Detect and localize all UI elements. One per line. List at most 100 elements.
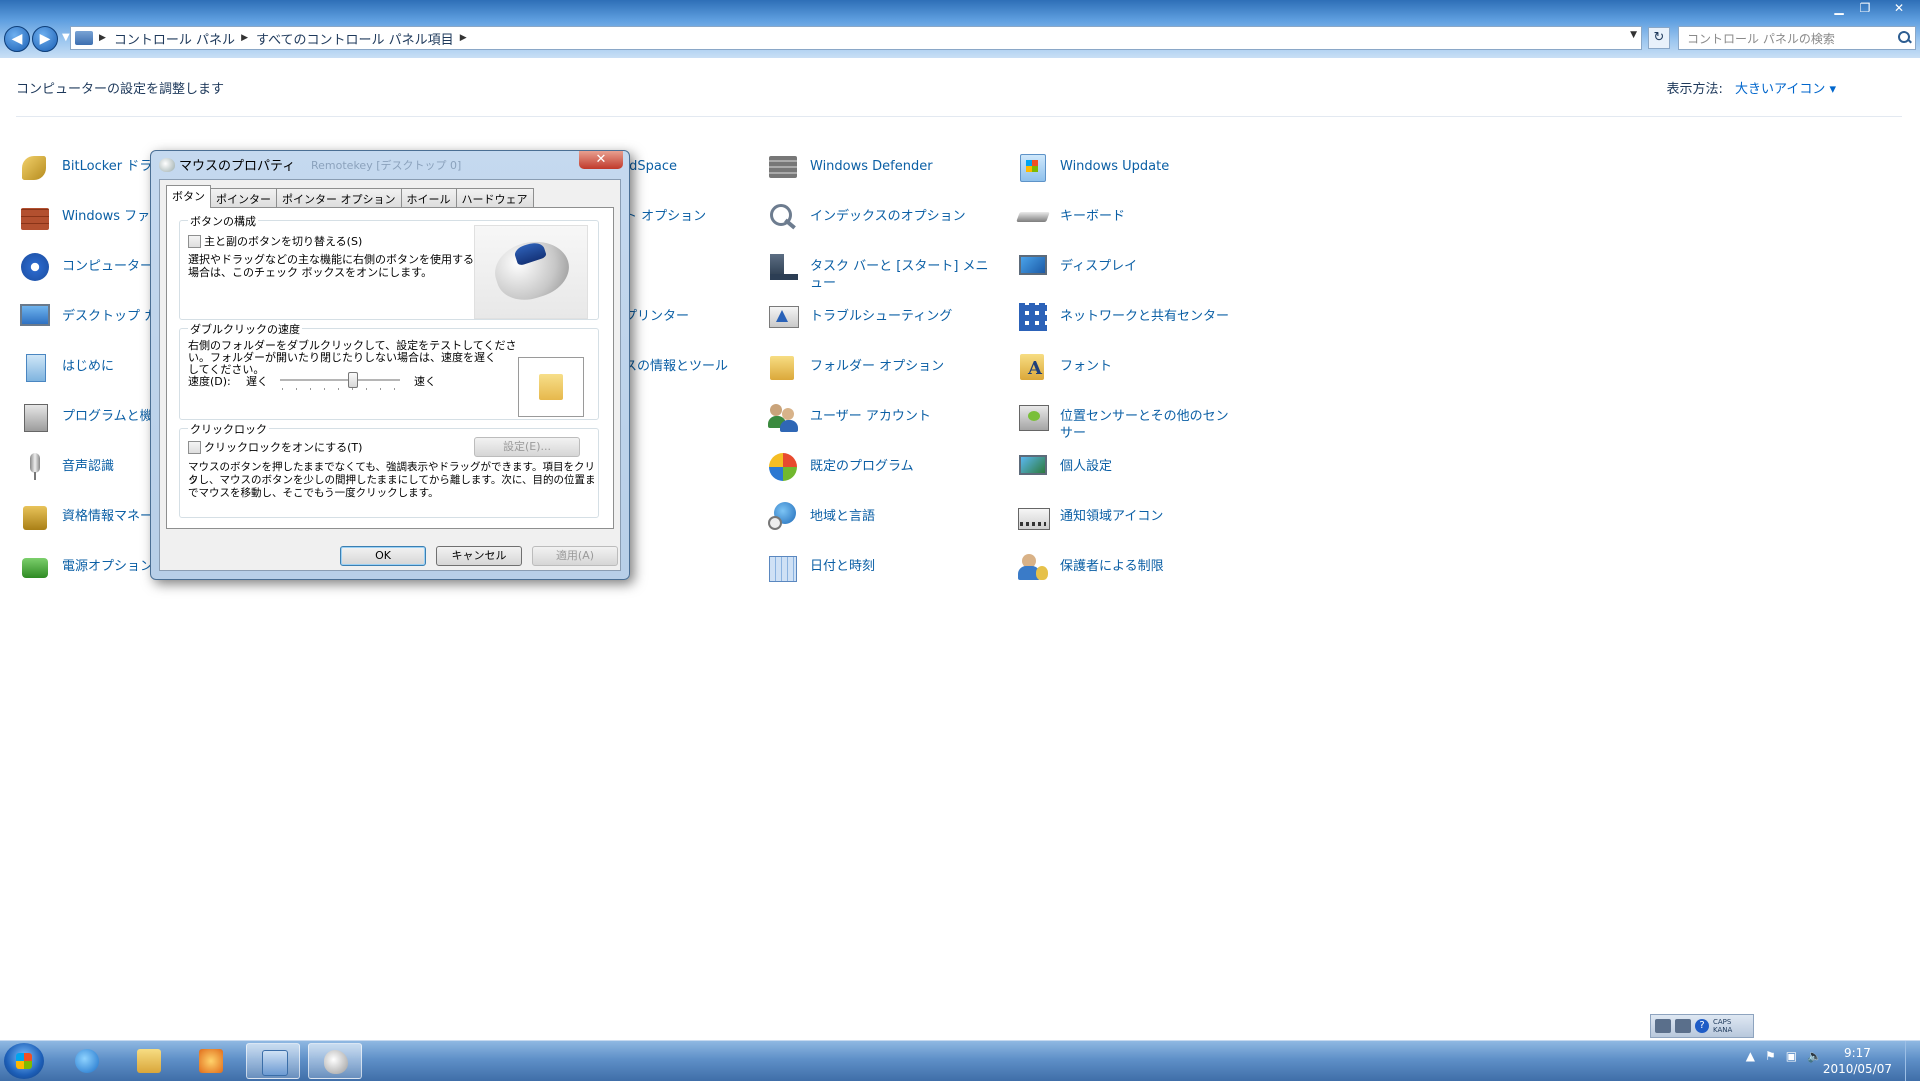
tab-buttons[interactable]: ボタン [166, 185, 211, 208]
recent-pages-dropdown-icon[interactable]: ▼ [62, 26, 70, 52]
parental-controls-icon [1016, 550, 1050, 584]
item-indexing-options[interactable]: インデックスのオプション [766, 200, 990, 244]
item-windows-update[interactable]: Windows Update [1016, 150, 1240, 194]
click-lock-settings-button[interactable]: 設定(E)... [474, 437, 580, 457]
microphone-icon [18, 450, 52, 484]
switch-buttons-label[interactable]: 主と副のボタンを切り替える(S) [204, 235, 362, 248]
click-lock-checkbox[interactable] [188, 441, 201, 454]
item-taskbar-start-menu[interactable]: タスク バーと [スタート] メニュー [766, 250, 990, 294]
back-button[interactable]: ◀ [4, 26, 30, 52]
speed-slider-track[interactable] [280, 379, 400, 381]
key-icon [18, 150, 52, 184]
media-player-icon [199, 1049, 223, 1073]
dialog-close-button[interactable]: ✕ [579, 151, 623, 169]
refresh-button[interactable]: ↻ [1648, 27, 1670, 49]
internet-explorer-icon [75, 1049, 99, 1073]
breadcrumb-all-items[interactable]: すべてのコントロール パネル項目 [256, 29, 454, 48]
item-region-language[interactable]: 地域と言語 [766, 500, 990, 544]
cancel-button[interactable]: キャンセル [436, 546, 522, 566]
address-bar[interactable]: ▶ コントロール パネル ▶ すべてのコントロール パネル項目 ▶ ▼ [70, 26, 1642, 50]
taskbar-internet-explorer[interactable] [60, 1043, 114, 1079]
address-dropdown-icon[interactable]: ▼ [1630, 30, 1637, 40]
speed-label: 速度(D): [188, 375, 231, 388]
explorer-folder-icon [137, 1049, 161, 1073]
navigation-buttons: ◀ ▶ ▼ [4, 26, 70, 52]
taskbar-media-player[interactable] [184, 1043, 238, 1079]
window-titlebar: ▁ ❐ ✕ ◀ ▶ ▼ ▶ コントロール パネル ▶ すべてのコントロール パネ… [0, 0, 1920, 58]
getting-started-icon [18, 350, 52, 384]
globe-clock-icon [766, 500, 800, 534]
item-folder-options[interactable]: フォルダー オプション [766, 350, 990, 394]
start-button[interactable] [4, 1043, 44, 1079]
view-by: 表示方法: 大きいアイコン ▾ [1666, 78, 1836, 97]
keyboard-icon [1016, 200, 1050, 234]
volume-icon[interactable]: 🔈 [1807, 1049, 1822, 1063]
ok-button[interactable]: OK [340, 546, 426, 566]
search-icon[interactable] [1897, 31, 1911, 45]
taskbar-icon [766, 250, 800, 284]
item-default-programs[interactable]: 既定のプログラム [766, 450, 990, 494]
item-display[interactable]: ディスプレイ [1016, 250, 1240, 294]
item-personalization[interactable]: 個人設定 [1016, 450, 1240, 494]
test-folder-area[interactable] [518, 357, 584, 417]
forward-button[interactable]: ▶ [32, 26, 58, 52]
item-fonts[interactable]: A フォント [1016, 350, 1240, 394]
slow-label: 遅く [246, 375, 268, 388]
clock-time: 9:17 [1843, 1046, 1871, 1060]
ime-pad-icon[interactable] [1675, 1019, 1691, 1033]
magnifier-icon [766, 200, 800, 234]
taskbar-explorer[interactable] [122, 1043, 176, 1079]
tab-wheel[interactable]: ホイール [400, 188, 457, 208]
clock[interactable]: 9:17 2010/05/07 [1823, 1045, 1892, 1077]
default-programs-icon [766, 450, 800, 484]
maximize-button[interactable]: ❐ [1852, 0, 1878, 17]
network-tray-icon[interactable]: ▣ [1786, 1049, 1797, 1063]
taskbar-mouse-properties[interactable] [308, 1043, 362, 1079]
power-icon [18, 550, 52, 584]
help-icon[interactable]: ? [1695, 1019, 1709, 1033]
switch-buttons-checkbox[interactable] [188, 235, 201, 248]
mouse-illustration [474, 225, 588, 319]
chevron-right-icon[interactable]: ▶ [99, 33, 106, 43]
close-button[interactable]: ✕ [1878, 0, 1920, 17]
tab-hardware[interactable]: ハードウェア [455, 188, 534, 208]
item-user-accounts[interactable]: ユーザー アカウント [766, 400, 990, 444]
chevron-right-icon[interactable]: ▶ [241, 33, 248, 43]
item-location-sensors[interactable]: 位置センサーとその他のセンサー [1016, 400, 1240, 444]
apply-button[interactable]: 適用(A) [532, 546, 618, 566]
item-keyboard[interactable]: キーボード [1016, 200, 1240, 244]
monitor-icon [18, 300, 52, 334]
tab-pointers[interactable]: ポインター [210, 188, 277, 208]
group-title: ボタンの構成 [188, 213, 258, 229]
dialog-title: マウスのプロパティ [159, 155, 295, 174]
click-lock-label[interactable]: クリックロックをオンにする(T) [204, 441, 362, 454]
ime-caps-kana: CAPS KANA [1713, 1018, 1733, 1034]
view-by-dropdown[interactable]: 大きいアイコン ▾ [1735, 82, 1836, 97]
minimize-button[interactable]: ▁ [1826, 0, 1852, 17]
taskbar: ▲ ⚑ ▣ 🔈 9:17 2010/05/07 [0, 1040, 1920, 1081]
tray-show-hidden-icon[interactable]: ▲ [1746, 1049, 1755, 1063]
item-notification-icons[interactable]: 通知領域アイコン [1016, 500, 1240, 544]
breadcrumb-control-panel[interactable]: コントロール パネル [114, 29, 235, 48]
search-placeholder: コントロール パネルの検索 [1687, 31, 1835, 46]
item-date-time[interactable]: 日付と時刻 [766, 550, 990, 594]
show-desktop-button[interactable] [1905, 1041, 1920, 1081]
search-input[interactable]: コントロール パネルの検索 [1678, 26, 1916, 50]
chevron-right-icon[interactable]: ▶ [460, 33, 467, 43]
tab-panel-buttons: ボタンの構成 主と副のボタンを切り替える(S) 選択やドラッグなどの主な機能に右… [166, 207, 614, 529]
calendar-icon [766, 550, 800, 584]
display-icon [1016, 250, 1050, 284]
tab-pointer-options[interactable]: ポインター オプション [276, 188, 402, 208]
item-network-sharing[interactable]: ネットワークと共有センター [1016, 300, 1240, 344]
ime-mode-icon[interactable] [1655, 1019, 1671, 1033]
item-troubleshooting[interactable]: トラブルシューティング [766, 300, 990, 344]
taskbar-control-panel[interactable] [246, 1043, 300, 1079]
action-center-flag-icon[interactable]: ⚑ [1765, 1049, 1776, 1063]
control-panel-taskbar-icon [262, 1050, 288, 1076]
speed-slider-thumb[interactable] [348, 372, 358, 388]
item-windows-defender[interactable]: Windows Defender [766, 150, 990, 194]
defender-icon [766, 150, 800, 184]
item-parental-controls[interactable]: 保護者による制限 [1016, 550, 1240, 594]
dialog-tabs: ボタン ポインター ポインター オプション ホイール ハードウェア [166, 185, 534, 208]
group-button-config: ボタンの構成 主と副のボタンを切り替える(S) 選択やドラッグなどの主な機能に右… [179, 213, 599, 320]
